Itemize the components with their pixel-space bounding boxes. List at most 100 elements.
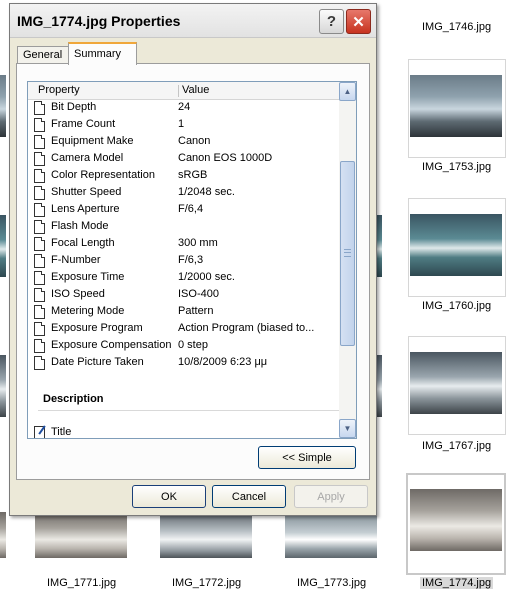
section-heading-description: Description: [43, 393, 104, 405]
property-row[interactable]: Shutter Speed 1/2048 sec.: [28, 185, 339, 202]
document-icon: [34, 186, 45, 200]
vertical-scrollbar[interactable]: ▲ ▼: [339, 82, 356, 438]
thumbnail-image: [160, 512, 252, 558]
property-name: Color Representation: [51, 169, 155, 181]
property-value: 10/8/2009 6:23 μμ: [178, 356, 268, 368]
document-icon: [34, 339, 45, 353]
property-name: Equipment Make: [51, 135, 134, 147]
property-name: Lens Aperture: [51, 203, 120, 215]
column-header-property[interactable]: Property: [38, 84, 80, 96]
ok-button[interactable]: OK: [132, 485, 206, 508]
property-name: F-Number: [51, 254, 101, 266]
property-value: F/6,3: [178, 254, 204, 266]
chevron-up-icon: ▲: [343, 87, 352, 96]
thumbnail-label: IMG_1771.jpg: [47, 577, 117, 589]
property-value: 24: [178, 101, 191, 113]
thumbnail-image: [410, 214, 502, 276]
title-bar[interactable]: IMG_1774.jpg Properties ? ✕: [10, 4, 376, 38]
property-value: 1: [178, 118, 185, 130]
property-name: Exposure Program: [51, 322, 143, 334]
document-icon: [34, 135, 45, 149]
property-row[interactable]: Bit Depth 24: [28, 100, 339, 117]
property-value: F/6,4: [178, 203, 204, 215]
property-row[interactable]: Equipment Make Canon: [28, 134, 339, 151]
property-value: Pattern: [178, 305, 214, 317]
thumbnail-label: IMG_1767.jpg: [422, 440, 492, 452]
cancel-button[interactable]: Cancel: [212, 485, 286, 508]
help-button[interactable]: ?: [319, 9, 344, 34]
thumbnail-label: IMG_1772.jpg: [172, 577, 242, 589]
thumbnail-partial: [0, 355, 6, 425]
document-icon: [34, 254, 45, 268]
property-row[interactable]: ISO Speed ISO-400: [28, 287, 339, 304]
property-row[interactable]: Camera Model Canon EOS 1000D: [28, 151, 339, 168]
document-icon: [34, 322, 45, 336]
document-icon: [34, 152, 45, 166]
thumbnail-img-1760[interactable]: IMG_1760.jpg: [408, 198, 506, 318]
property-name: Camera Model: [51, 152, 124, 164]
property-row[interactable]: Exposure Program Action Program (biased t…: [28, 321, 339, 338]
property-row[interactable]: F-Number F/6,3: [28, 253, 339, 270]
dialog-title: IMG_1774.jpg Properties: [17, 13, 181, 29]
thumbnail-img-1774[interactable]: IMG_1774.jpg: [406, 473, 506, 593]
property-row[interactable]: Color Representation sRGB: [28, 168, 339, 185]
property-name: Shutter Speed: [51, 186, 122, 198]
property-name: Exposure Compensation: [51, 339, 172, 351]
property-value: 0 step: [178, 339, 208, 351]
thumbnail-label: IMG_1760.jpg: [422, 300, 492, 312]
document-icon: [34, 220, 45, 234]
document-icon: [34, 169, 45, 183]
property-name: ISO Speed: [51, 288, 105, 300]
property-row[interactable]: Date Picture Taken 10/8/2009 6:23 μμ: [28, 355, 339, 372]
property-row[interactable]: Metering Mode Pattern: [28, 304, 339, 321]
property-name: Frame Count: [51, 118, 116, 130]
property-value: Canon: [178, 135, 211, 147]
property-value: 300 mm: [178, 237, 218, 249]
property-grid: Property Value Bit Depth 24 Frame Count 1 …: [27, 81, 357, 439]
property-value: 1/2048 sec.: [178, 186, 235, 198]
column-divider[interactable]: [178, 85, 179, 97]
simple-button[interactable]: << Simple: [258, 446, 356, 469]
edit-icon: [34, 426, 45, 438]
column-header-value[interactable]: Value: [182, 84, 209, 96]
scroll-down-button[interactable]: ▼: [339, 419, 356, 438]
property-value: Canon EOS 1000D: [178, 152, 273, 164]
apply-button[interactable]: Apply: [294, 485, 368, 508]
property-value: sRGB: [178, 169, 208, 181]
thumbnail-img-1767[interactable]: IMG_1767.jpg: [408, 336, 506, 456]
property-row[interactable]: Focal Length 300 mm: [28, 236, 339, 253]
properties-dialog: IMG_1774.jpg Properties ? ✕ General Summ…: [9, 3, 377, 516]
property-row[interactable]: Lens Aperture F/6,4: [28, 202, 339, 219]
grip-icon: [344, 249, 351, 257]
property-row[interactable]: Frame Count 1: [28, 117, 339, 134]
thumbnail-img-1753[interactable]: IMG_1753.jpg: [408, 59, 506, 179]
property-name: Flash Mode: [51, 220, 109, 232]
close-icon: ✕: [352, 13, 365, 31]
thumbnail-partial: [0, 512, 6, 558]
property-name: Metering Mode: [51, 305, 125, 317]
grid-header: Property Value: [28, 82, 339, 100]
thumbnail-img-1773[interactable]: IMG_1773.jpg: [283, 512, 379, 592]
document-icon: [34, 356, 45, 370]
tab-general[interactable]: General: [17, 46, 75, 64]
document-icon: [34, 271, 45, 285]
thumbnail-label: IMG_1773.jpg: [297, 577, 367, 589]
scroll-up-button[interactable]: ▲: [339, 82, 356, 101]
close-button[interactable]: ✕: [346, 9, 371, 34]
thumbnail-img-1772[interactable]: IMG_1772.jpg: [158, 512, 254, 592]
thumbnail-image: [410, 489, 502, 551]
property-value: ISO-400: [178, 288, 219, 300]
property-row[interactable]: Exposure Time 1/2000 sec.: [28, 270, 339, 287]
scroll-thumb[interactable]: [340, 161, 355, 346]
thumbnail-label: IMG_1753.jpg: [422, 161, 492, 173]
help-icon: ?: [326, 13, 337, 30]
thumbnail-img-1746[interactable]: IMG_1746.jpg: [408, 0, 504, 40]
property-value: 1/2000 sec.: [178, 271, 235, 283]
document-icon: [34, 203, 45, 217]
thumbnail-img-1771[interactable]: IMG_1771.jpg: [33, 512, 129, 592]
property-row[interactable]: Exposure Compensation 0 step: [28, 338, 339, 355]
tab-summary[interactable]: Summary: [68, 42, 137, 65]
property-row[interactable]: Flash Mode: [28, 219, 339, 236]
document-icon: [34, 305, 45, 319]
thumbnail-image: [285, 512, 377, 558]
